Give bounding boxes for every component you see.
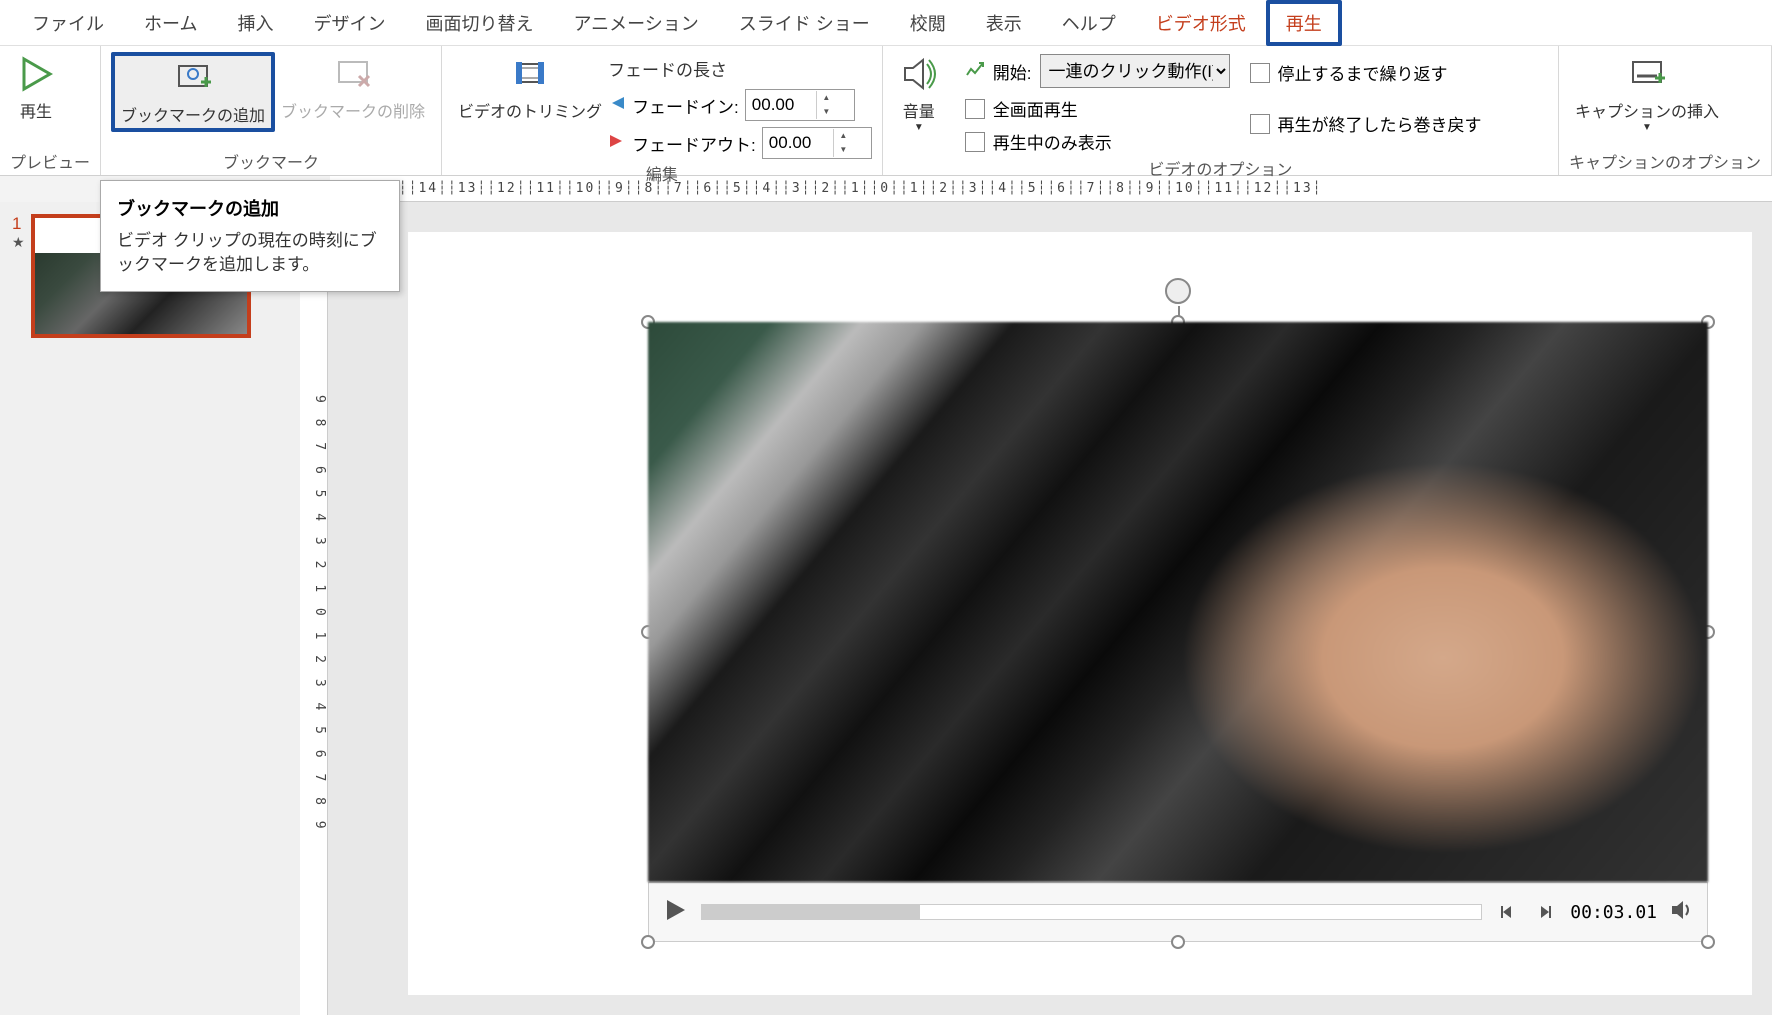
fade-out-input[interactable] xyxy=(763,133,833,153)
fade-in-input[interactable] xyxy=(746,95,816,115)
canvas-area[interactable]: 00:03.01 xyxy=(328,202,1772,1015)
group-video-opts-label: ビデオのオプション xyxy=(893,154,1548,180)
trim-label: ビデオのトリミング xyxy=(458,98,602,122)
caption-icon xyxy=(1627,54,1667,94)
dropdown-icon: ▼ xyxy=(1642,122,1652,133)
group-video-options: 音量 ▼ 開始: 一連のクリック動作(I) 全画面再生 再生中のみ表示 xyxy=(883,46,1559,175)
player-time: 00:03.01 xyxy=(1570,902,1657,923)
spin-down-icon[interactable]: ▼ xyxy=(834,143,853,157)
resize-handle[interactable] xyxy=(641,935,655,949)
fade-out-spinner[interactable]: ▲▼ xyxy=(762,127,872,159)
progress-bar[interactable] xyxy=(701,904,1482,920)
insert-caption-button[interactable]: キャプションの挿入 ▼ xyxy=(1569,52,1725,135)
rewind-option[interactable]: 再生が終了したら巻き戻す xyxy=(1250,111,1482,136)
tab-animation[interactable]: アニメーション xyxy=(553,0,718,46)
start-indicator-icon xyxy=(965,59,985,84)
player-volume-button[interactable] xyxy=(1669,897,1695,928)
remove-bookmark-button: ブックマークの削除 xyxy=(275,52,431,124)
add-bookmark-button[interactable]: ブックマークの追加 xyxy=(111,52,275,132)
remove-bookmark-label: ブックマークの削除 xyxy=(281,98,425,122)
hide-label: 再生中のみ表示 xyxy=(993,129,1112,154)
fullscreen-option[interactable]: 全画面再生 xyxy=(965,96,1230,121)
group-bookmark-label: ブックマーク xyxy=(111,147,431,173)
group-bookmark: ブックマークの追加 ブックマークの削除 ブックマーク xyxy=(101,46,442,175)
frame-forward-button[interactable] xyxy=(1532,899,1558,925)
tab-insert[interactable]: 挿入 xyxy=(217,0,293,46)
checkbox-icon[interactable] xyxy=(965,132,985,152)
workspace: 1 ★ 9 8 7 6 5 4 3 2 1 0 1 2 3 4 5 6 7 8 … xyxy=(0,202,1772,1015)
fade-in-arrow-icon xyxy=(608,94,626,117)
resize-handle[interactable] xyxy=(1171,935,1185,949)
tab-playback[interactable]: 再生 xyxy=(1266,0,1342,46)
fade-in-spinner[interactable]: ▲▼ xyxy=(745,89,855,121)
progress-fill xyxy=(702,905,920,919)
tooltip-title: ブックマークの追加 xyxy=(117,195,383,221)
tooltip-body: ビデオ クリップの現在の時刻にブックマークを追加します。 xyxy=(117,229,383,277)
tab-slideshow[interactable]: スライド ショー xyxy=(719,0,890,46)
fade-out-label: フェードアウト: xyxy=(632,131,756,156)
group-caption: キャプションの挿入 ▼ キャプションのオプション xyxy=(1559,46,1772,175)
spin-up-icon[interactable]: ▲ xyxy=(834,129,853,143)
frame-back-button[interactable] xyxy=(1494,899,1520,925)
fade-out-arrow-icon xyxy=(608,132,626,155)
video-content xyxy=(648,322,1708,882)
start-option[interactable]: 開始: 一連のクリック動作(I) xyxy=(965,54,1230,88)
vertical-ruler: 9 8 7 6 5 4 3 2 1 0 1 2 3 4 5 6 7 8 9 xyxy=(300,202,328,1015)
checkbox-icon[interactable] xyxy=(1250,63,1270,83)
trim-icon xyxy=(510,54,550,94)
volume-label: 音量 xyxy=(903,98,935,122)
caption-label: キャプションの挿入 xyxy=(1575,98,1719,122)
fade-controls: フェードの長さ フェードイン: ▲▼ フェードアウト: ▲▼ xyxy=(608,52,872,159)
bookmark-add-icon xyxy=(173,58,213,98)
fade-in-label: フェードイン: xyxy=(632,93,739,118)
ribbon: 再生 プレビュー ブックマークの追加 ブックマークの削除 ブックマーク xyxy=(0,46,1772,176)
animation-star-icon: ★ xyxy=(12,234,25,251)
tooltip: ブックマークの追加 ビデオ クリップの現在の時刻にブックマークを追加します。 xyxy=(100,180,400,292)
play-button[interactable]: 再生 xyxy=(10,52,62,124)
video-player-bar: 00:03.01 xyxy=(648,882,1708,942)
checkbox-icon[interactable] xyxy=(965,99,985,119)
play-icon xyxy=(16,54,56,94)
fade-length-label: フェードの長さ xyxy=(608,56,872,83)
start-label: 開始: xyxy=(993,59,1032,84)
rotate-handle[interactable] xyxy=(1165,278,1191,304)
slide-number: 1 xyxy=(12,214,25,234)
resize-handle[interactable] xyxy=(1701,935,1715,949)
group-preview-label: プレビュー xyxy=(10,147,90,173)
player-play-button[interactable] xyxy=(661,896,689,929)
trim-video-button[interactable]: ビデオのトリミング xyxy=(452,52,608,124)
video-object[interactable]: 00:03.01 xyxy=(648,322,1708,942)
tab-view[interactable]: 表示 xyxy=(966,0,1042,46)
tab-design[interactable]: デザイン xyxy=(293,0,405,46)
slide-panel: 1 ★ xyxy=(0,202,300,1015)
tab-file[interactable]: ファイル xyxy=(12,0,124,46)
tab-help[interactable]: ヘルプ xyxy=(1042,0,1136,46)
volume-button[interactable]: 音量 ▼ xyxy=(893,52,945,135)
rewind-label: 再生が終了したら巻き戻す xyxy=(1278,111,1482,136)
loop-option[interactable]: 停止するまで繰り返す xyxy=(1250,60,1482,85)
add-bookmark-label: ブックマークの追加 xyxy=(121,102,265,126)
bookmark-remove-icon xyxy=(333,54,373,94)
group-edit: ビデオのトリミング フェードの長さ フェードイン: ▲▼ フェードアウト: xyxy=(442,46,883,175)
ribbon-tabs: ファイル ホーム 挿入 デザイン 画面切り替え アニメーション スライド ショー… xyxy=(0,0,1772,46)
tab-review[interactable]: 校閲 xyxy=(890,0,966,46)
slide-canvas[interactable]: 00:03.01 xyxy=(408,232,1752,995)
loop-label: 停止するまで繰り返す xyxy=(1278,60,1448,85)
play-label: 再生 xyxy=(20,98,52,122)
dropdown-icon: ▼ xyxy=(914,122,924,133)
hide-option[interactable]: 再生中のみ表示 xyxy=(965,129,1230,154)
group-preview: 再生 プレビュー xyxy=(0,46,101,175)
group-caption-label: キャプションのオプション xyxy=(1569,147,1761,173)
start-select[interactable]: 一連のクリック動作(I) xyxy=(1040,54,1230,88)
tab-video-format[interactable]: ビデオ形式 xyxy=(1136,0,1266,46)
tab-home[interactable]: ホーム xyxy=(124,0,217,46)
fullscreen-label: 全画面再生 xyxy=(993,96,1078,121)
tab-transition[interactable]: 画面切り替え xyxy=(405,0,553,46)
spin-down-icon[interactable]: ▼ xyxy=(817,105,836,119)
spin-up-icon[interactable]: ▲ xyxy=(817,91,836,105)
volume-icon xyxy=(899,54,939,94)
checkbox-icon[interactable] xyxy=(1250,114,1270,134)
